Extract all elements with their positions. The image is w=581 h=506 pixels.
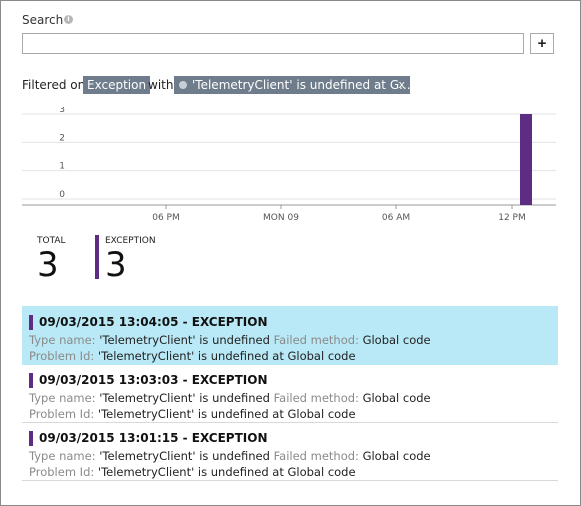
result-title: 09/03/2015 13:03:03 - EXCEPTION [39, 373, 268, 387]
events-chart: 3 2 1 0 06 PM MON 09 06 AM 12 PM [22, 107, 556, 237]
stat-total-value: 3 [37, 245, 59, 285]
filter-with-text: with [148, 78, 174, 92]
type-key: Type name: [29, 391, 96, 405]
result-item[interactable]: 09/03/2015 13:01:15 - EXCEPTION Type nam… [22, 423, 558, 481]
result-type-line: Type name: 'TelemetryClient' is undefine… [29, 391, 431, 405]
filter-chip-exception-label: Exception [87, 78, 147, 92]
stat-total: TOTAL 3 [37, 236, 66, 284]
result-marker [29, 315, 33, 330]
problem-value: 'TelemetryClient' is undefined at Global… [97, 349, 356, 363]
x-tick-label: 12 PM [498, 213, 526, 223]
filter-chip-exception[interactable]: Exception [83, 76, 151, 94]
y-tick-label: 3 [59, 107, 65, 115]
stat-exception-marker [95, 235, 99, 279]
result-problem-line: Problem Id: 'TelemetryClient' is undefin… [29, 407, 356, 421]
filter-prefix: Filtered on [22, 78, 86, 92]
result-problem-line: Problem Id: 'TelemetryClient' is undefin… [29, 465, 356, 479]
problem-key: Problem Id: [29, 349, 95, 363]
method-value: Global code [362, 333, 431, 347]
problem-key: Problem Id: [29, 465, 95, 479]
x-tick-label: 06 PM [152, 213, 180, 223]
search-blade: Search i + Filtered on Exception with 'T… [0, 0, 581, 506]
result-title: 09/03/2015 13:04:05 - EXCEPTION [39, 315, 268, 329]
method-key: Failed method: [273, 391, 359, 405]
type-key: Type name: [29, 333, 96, 347]
result-item[interactable]: 09/03/2015 13:04:05 - EXCEPTION Type nam… [22, 306, 558, 365]
result-marker [29, 431, 33, 446]
chart-bar[interactable] [520, 114, 532, 205]
method-value: Global code [362, 449, 431, 463]
method-key: Failed method: [273, 333, 359, 347]
y-tick-label: 0 [59, 190, 65, 200]
problem-value: 'TelemetryClient' is undefined at Global… [97, 465, 356, 479]
add-filter-button[interactable]: + [530, 33, 554, 54]
x-tick-label: MON 09 [263, 213, 299, 223]
problem-value: 'TelemetryClient' is undefined at Global… [97, 407, 356, 421]
search-input[interactable] [22, 33, 524, 54]
result-item[interactable]: 09/03/2015 13:03:03 - EXCEPTION Type nam… [22, 365, 558, 423]
close-icon[interactable]: x [398, 76, 405, 94]
result-title: 09/03/2015 13:01:15 - EXCEPTION [39, 431, 268, 445]
type-value: 'TelemetryClient' is undefined [99, 449, 270, 463]
result-problem-line: Problem Id: 'TelemetryClient' is undefin… [29, 349, 356, 363]
info-icon[interactable]: i [64, 15, 73, 24]
filter-chip-problem[interactable]: 'TelemetryClient' is undefined at G... x [174, 76, 411, 94]
filter-chip-dot-icon [179, 81, 187, 89]
stat-exception-value: 3 [105, 245, 127, 285]
x-tick-label: 06 AM [382, 213, 410, 223]
type-value: 'TelemetryClient' is undefined [99, 333, 270, 347]
result-type-line: Type name: 'TelemetryClient' is undefine… [29, 333, 431, 347]
results-list: 09/03/2015 13:04:05 - EXCEPTION Type nam… [22, 306, 558, 481]
method-key: Failed method: [273, 449, 359, 463]
type-value: 'TelemetryClient' is undefined [99, 391, 270, 405]
result-marker [29, 373, 33, 388]
search-label: Search [22, 13, 64, 27]
method-value: Global code [362, 391, 431, 405]
events-chart-svg: 3 2 1 0 06 PM MON 09 06 AM 12 PM [22, 107, 556, 223]
problem-key: Problem Id: [29, 407, 95, 421]
result-type-line: Type name: 'TelemetryClient' is undefine… [29, 449, 431, 463]
y-tick-label: 1 [59, 162, 65, 172]
filter-chip-problem-label: 'TelemetryClient' is undefined at G... [192, 78, 411, 92]
stat-exception[interactable]: EXCEPTION 3 [105, 236, 156, 284]
y-tick-label: 2 [59, 133, 65, 143]
type-key: Type name: [29, 449, 96, 463]
